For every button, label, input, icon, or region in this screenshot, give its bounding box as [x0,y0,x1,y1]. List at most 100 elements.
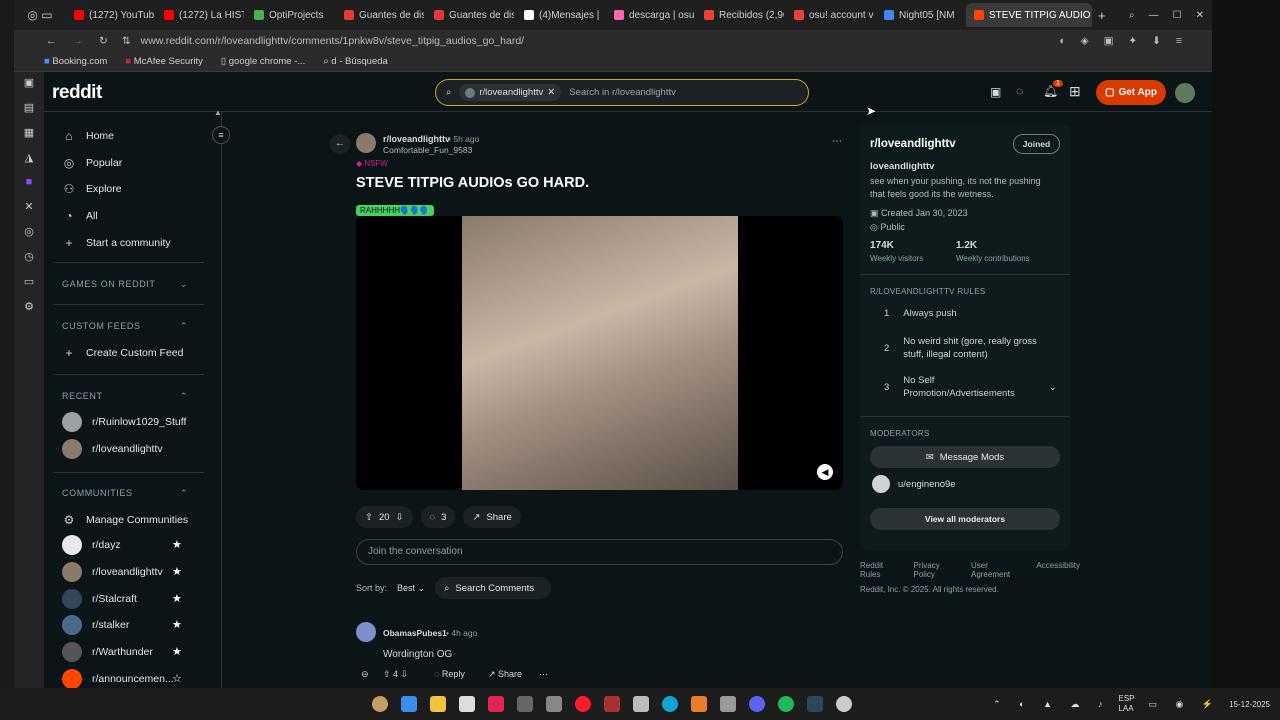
tab-actions-icon[interactable]: ◎ ▭ [14,8,66,22]
favorite-star-icon[interactable]: ☆ [172,672,182,685]
browser-tab[interactable]: Recibidos (2,96 [696,3,784,27]
app-icon[interactable] [691,696,707,712]
tray-icons[interactable]: ⌃ ◐ ▲ ☁ ♪ [993,699,1110,710]
browser-tab[interactable]: OptiProjects [246,3,334,27]
app-icon[interactable] [488,696,504,712]
app-icon[interactable] [459,696,475,712]
nav-popular[interactable]: ◎ Popular [62,156,122,170]
community-name[interactable]: r/loveandlighttv [870,138,956,150]
post-flair[interactable]: RAHHHHH🗣️🗣️🗣️ [356,205,434,216]
windows-start-icon[interactable] [401,696,417,712]
manage-communities[interactable]: ⚙ Manage Communities [62,513,189,527]
vote-control[interactable]: ⇧ 20 ⇩ [356,506,413,528]
settings-icon[interactable]: ⚙ [24,300,34,313]
favorite-star-icon[interactable]: ★ [172,592,182,605]
clock[interactable]: 15-12-2025 [1229,700,1270,709]
forward-icon[interactable]: → [73,35,84,47]
bookmark-item[interactable]: ⌕ d - Búsqueda [323,56,387,67]
collapse-nav-icon[interactable]: ≡ [212,126,230,144]
section-custom-feeds[interactable]: CUSTOM FEEDS ⌃ [62,321,188,332]
reddit-logo[interactable]: reddit [52,82,102,104]
app-icon[interactable] [720,696,736,712]
browser-tab[interactable]: Guantes de dis [336,3,424,27]
favorite-star-icon[interactable]: ★ [172,618,182,631]
discord-icon[interactable] [749,696,765,712]
browser-tab[interactable]: (1272) La HIST [156,3,244,27]
sidebar-app-icon[interactable]: ▣ [24,76,34,89]
recent-item[interactable]: r/Ruinlow1029_Stuff [62,412,186,432]
comments-button[interactable]: ◌ 3 [420,506,456,528]
sort-dropdown[interactable]: Best ⌄ [397,583,425,594]
history-icon[interactable]: ◷ [24,250,34,263]
back-icon[interactable]: ← [46,35,57,47]
ads-icon[interactable]: ▣ [990,85,1001,99]
x-icon[interactable]: ✕ [24,200,33,213]
post-video[interactable]: ◀︎ [356,216,843,490]
comment-author[interactable]: ObamasPubes1 [383,628,447,638]
bookmark-item[interactable]: ■ Booking.com [44,56,107,67]
moderator-item[interactable]: u/engineno9e [872,475,956,493]
commenter-avatar[interactable] [356,622,376,642]
volume-icon[interactable]: ◀︎ [817,464,833,480]
rule-item[interactable]: 2 No weird shit (gore, really gross stuff… [884,335,1054,361]
recent-item[interactable]: r/loveandlighttv [62,439,163,459]
favorite-star-icon[interactable]: ★ [172,538,182,551]
app-icon[interactable] [836,696,852,712]
favorite-star-icon[interactable]: ★ [172,565,182,578]
get-app-button[interactable]: ▢ Get App [1096,80,1166,105]
post-menu-icon[interactable]: ⋯ [832,136,842,147]
search-community-chip[interactable]: r/loveandlighttv ✕ [459,84,562,101]
section-recent[interactable]: RECENT ⌃ [62,391,188,402]
steam-icon[interactable] [807,696,823,712]
create-post-icon[interactable]: ⊞ [1069,83,1081,100]
search-tabs-icon[interactable]: ⌕ [1129,10,1135,21]
browser-tab[interactable]: Guantes de dis [426,3,514,27]
create-custom-feed[interactable]: + Create Custom Feed [62,346,183,360]
search-comments[interactable]: ⌕ Search Comments [435,577,552,599]
browser-tab[interactable]: descarga | osu! [606,3,694,27]
edge-icon[interactable] [662,696,678,712]
view-all-mods-button[interactable]: View all moderators [870,508,1060,530]
rule-item[interactable]: 3 No Self Promotion/Advertisements ⌄ [884,374,1057,400]
file-explorer-icon[interactable] [430,696,446,712]
browser-tab[interactable]: (1272) YouTube [66,3,154,27]
user-avatar-icon[interactable] [372,696,388,712]
app-icon[interactable] [546,696,562,712]
app-icon[interactable] [604,696,620,712]
favorite-star-icon[interactable]: ★ [172,645,182,658]
comment-menu-icon[interactable]: ⋯ [539,669,548,680]
subreddit-avatar[interactable] [356,133,376,153]
share-button[interactable]: ↗ Share [463,506,521,528]
spotify-icon[interactable] [778,696,794,712]
sidebar-app-icon[interactable]: ▤ [24,101,34,114]
url-field[interactable]: www.reddit.com/r/loveandlighttv/comments… [141,35,524,47]
nav-explore[interactable]: ⚇ Explore [62,182,122,196]
app-icon[interactable] [517,696,533,712]
back-button[interactable]: ← [330,134,350,154]
nav-start-community[interactable]: + Start a community [62,236,170,250]
nav-home[interactable]: ⌂ Home [62,129,114,143]
search-input[interactable]: ⌕ r/loveandlighttv ✕ Search in r/loveand… [435,79,809,106]
site-info-icon[interactable]: ⇅ [122,35,131,47]
footer-link[interactable]: Reddit Rules [860,561,906,579]
chip-close-icon[interactable]: ✕ [547,87,555,98]
rule-item[interactable]: 1 Always push [884,308,1054,319]
community-item[interactable]: r/dayz [62,535,121,555]
nav-all[interactable]: ◔ All [62,209,97,223]
sidebar-app-icon[interactable]: ▦ [24,126,34,139]
footer-link[interactable]: Privacy Policy [914,561,963,579]
avatar[interactable] [1175,83,1195,103]
community-item[interactable]: r/stalker [62,615,129,636]
sidebar-app-icon[interactable]: ▭ [24,275,34,288]
message-mods-button[interactable]: ✉ Message Mods [870,446,1060,468]
scroll-up-icon[interactable]: ▲ [214,108,222,117]
section-communities[interactable]: COMMUNITIES ⌃ [62,488,188,499]
collapse-icon[interactable]: ⊖ [361,669,369,680]
footer-link[interactable]: User Agreement [971,561,1028,579]
comment-reply[interactable]: ◌ Reply [434,669,465,679]
community-item[interactable]: r/announcemen... [62,669,174,689]
comment-share[interactable]: ↗ Share [488,669,522,680]
post-author[interactable]: Comfortable_Fun_9583 [383,145,472,155]
sidebar-app-icon[interactable]: ◮ [25,151,33,164]
community-item[interactable]: r/Warthunder [62,642,153,663]
